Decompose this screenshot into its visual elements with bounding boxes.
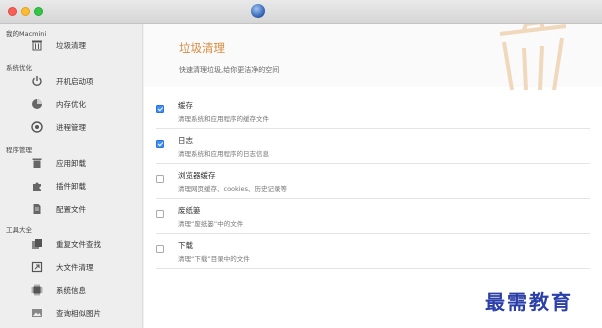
sidebar-item-label: 查询相似图片 bbox=[56, 308, 101, 318]
sidebar-item-uninstall[interactable]: 应用卸载 bbox=[30, 154, 86, 172]
image-icon bbox=[30, 306, 44, 320]
checkbox-browser-cache[interactable] bbox=[156, 175, 164, 183]
option-desc: 清理“下载”目录中的文件 bbox=[178, 255, 250, 263]
app-logo-icon bbox=[251, 4, 265, 18]
process-icon bbox=[30, 120, 44, 134]
option-trash[interactable]: 废纸篓 清理“废纸篓”中的文件 bbox=[156, 199, 590, 234]
sidebar-item-label: 配置文件 bbox=[56, 204, 86, 214]
sidebar-item-label: 大文件清理 bbox=[56, 262, 94, 272]
sidebar-item-config[interactable]: 配置文件 bbox=[30, 200, 86, 218]
option-title: 浏览器缓存 bbox=[178, 171, 216, 180]
option-desc: 清理“废纸篓”中的文件 bbox=[178, 220, 244, 228]
sidebar-item-memory[interactable]: 内存优化 bbox=[30, 95, 86, 113]
sidebar-item-label: 垃圾清理 bbox=[56, 40, 86, 50]
checkbox-logs[interactable] bbox=[156, 140, 164, 148]
option-title: 日志 bbox=[178, 136, 193, 145]
option-downloads[interactable]: 下载 清理“下载”目录中的文件 bbox=[156, 234, 590, 269]
sidebar-item-plugins[interactable]: 插件卸载 bbox=[30, 177, 86, 195]
sidebar-item-label: 应用卸载 bbox=[56, 158, 86, 168]
option-logs[interactable]: 日志 清理系统和应用程序的日志信息 bbox=[156, 129, 590, 164]
close-window-button[interactable] bbox=[8, 7, 17, 16]
sidebar-item-process[interactable]: 进程管理 bbox=[30, 118, 86, 136]
sidebar-item-junk-clean[interactable]: 垃圾清理 bbox=[30, 36, 86, 54]
main-panel: 垃圾清理 快速清理垃圾,给你更洁净的空间 缓存 清理系统和应用程序的缓存文件 日… bbox=[144, 24, 602, 328]
page-header: 垃圾清理 快速清理垃圾,给你更洁净的空间 bbox=[144, 24, 602, 90]
sidebar-item-label: 内存优化 bbox=[56, 99, 86, 109]
duplicate-icon bbox=[30, 237, 44, 251]
checkbox-cache[interactable] bbox=[156, 105, 164, 113]
chip-icon bbox=[30, 283, 44, 297]
watermark-text: 最需教育 bbox=[485, 290, 573, 314]
option-desc: 清理网页缓存、cookies、历史记录等 bbox=[178, 185, 287, 193]
option-cache[interactable]: 缓存 清理系统和应用程序的缓存文件 bbox=[156, 94, 590, 129]
sidebar-item-label: 进程管理 bbox=[56, 122, 86, 132]
large-file-icon bbox=[30, 260, 44, 274]
option-browser-cache[interactable]: 浏览器缓存 清理网页缓存、cookies、历史记录等 bbox=[156, 164, 590, 199]
sidebar-item-similar-images[interactable]: 查询相似图片 bbox=[30, 304, 101, 322]
power-icon bbox=[30, 74, 44, 88]
page-title: 垃圾清理 bbox=[179, 41, 225, 55]
sidebar-item-label: 系统信息 bbox=[56, 285, 86, 295]
trash-icon bbox=[30, 38, 44, 52]
trash-bin-illustration-icon bbox=[499, 24, 567, 90]
sidebar-item-label: 开机启动项 bbox=[56, 76, 94, 86]
page-subtitle: 快速清理垃圾,给你更洁净的空间 bbox=[179, 66, 280, 74]
option-title: 废纸篓 bbox=[178, 206, 201, 215]
puzzle-icon bbox=[30, 179, 44, 193]
sidebar-section-optimize: 系统优化 bbox=[6, 64, 32, 72]
option-desc: 清理系统和应用程序的缓存文件 bbox=[178, 115, 269, 123]
sidebar-section-tools: 工具大全 bbox=[6, 226, 32, 234]
option-title: 缓存 bbox=[178, 101, 193, 110]
sidebar-item-label: 重复文件查找 bbox=[56, 239, 101, 249]
sidebar: 我的Macmini 垃圾清理 系统优化 开机启动项 内存优化 进程管理 程序管理… bbox=[0, 24, 143, 328]
sidebar-item-large-files[interactable]: 大文件清理 bbox=[30, 258, 94, 276]
option-title: 下载 bbox=[178, 241, 193, 250]
option-desc: 清理系统和应用程序的日志信息 bbox=[178, 150, 269, 158]
checkbox-downloads[interactable] bbox=[156, 245, 164, 253]
app-window: 我的Macmini 垃圾清理 系统优化 开机启动项 内存优化 进程管理 程序管理… bbox=[0, 0, 602, 328]
file-icon bbox=[30, 202, 44, 216]
sidebar-section-apps: 程序管理 bbox=[6, 146, 32, 154]
minimize-window-button[interactable] bbox=[21, 7, 30, 16]
uninstall-icon bbox=[30, 156, 44, 170]
title-bar bbox=[0, 0, 602, 24]
zoom-window-button[interactable] bbox=[34, 7, 43, 16]
sidebar-item-duplicates[interactable]: 重复文件查找 bbox=[30, 235, 101, 253]
memory-icon bbox=[30, 97, 44, 111]
checkbox-trash[interactable] bbox=[156, 210, 164, 218]
sidebar-item-system-info[interactable]: 系统信息 bbox=[30, 281, 86, 299]
sidebar-item-label: 插件卸载 bbox=[56, 181, 86, 191]
sidebar-item-startup[interactable]: 开机启动项 bbox=[30, 72, 94, 90]
